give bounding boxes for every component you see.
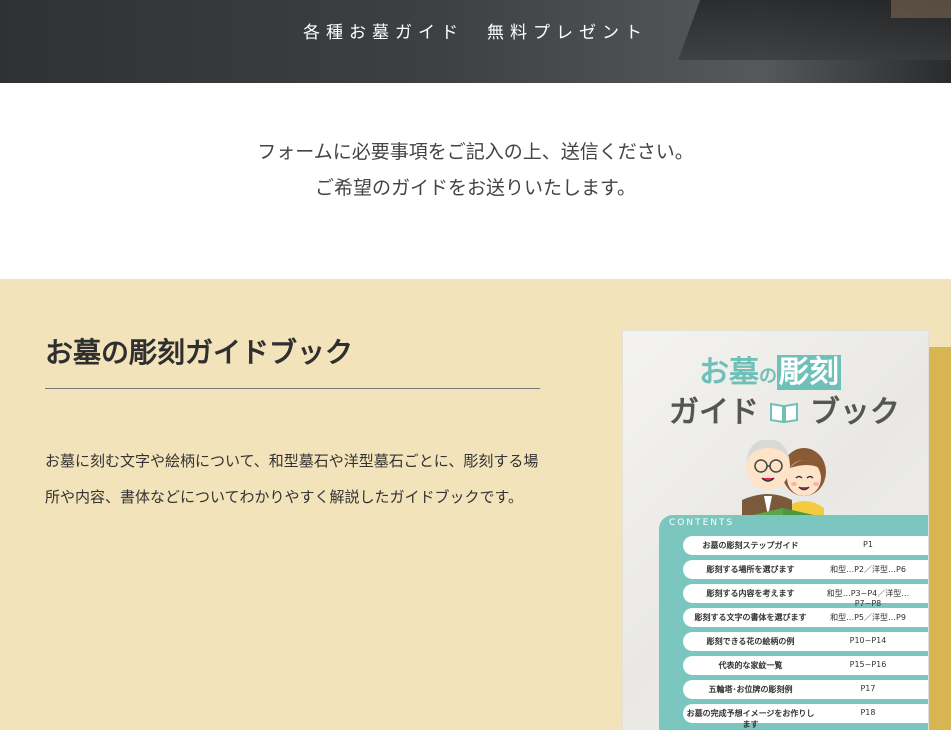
hero-banner: 各種お墓ガイド 無料プレゼント [0,0,951,83]
cover-title-part-2: 彫刻 [777,355,841,390]
hero-background-book-edge [891,0,951,18]
toc-title: 五輪塔･お位牌の彫刻例 [708,685,793,694]
toc-page: P15~P16 [849,660,887,669]
cover-title-no: の [759,366,777,387]
toc-row: 彫刻する内容を考えます 和型…P3~P4／洋型…P7~P8 [683,584,928,608]
toc-title: お墓の彫刻ステップガイド [702,541,799,550]
intro-line-1: フォームに必要事項をご記入の上、送信ください。 [257,141,694,163]
toc-page: 和型…P3~P4／洋型…P7~P8 [826,589,910,608]
title-divider [45,388,540,389]
toc-row: 五輪塔･お位牌の彫刻例 P17 [683,680,928,699]
toc-title: 彫刻する内容を考えます [706,589,795,598]
cover-title-part-3: ガイド [669,395,759,430]
cover-title-line-2: ガイド ブック [669,387,900,431]
hero-title: 各種お墓ガイド 無料プレゼント [303,23,648,43]
contents-label: CONTENTS [669,518,735,528]
guide-description: お墓に刻む文字や絵柄について、和型墓石や洋型墓石ごとに、彫刻する場所や内容、書体… [45,452,539,506]
toc-row: 彫刻できる花の絵柄の例 P10~P14 [683,632,928,651]
toc-page: P1 [863,540,873,549]
toc-row: お墓の完成予想イメージをお作りします P18 [683,704,928,729]
intro-line-2: ご希望のガイドをお送りいたします。 [314,177,637,199]
toc-title: 彫刻できる花の絵柄の例 [706,637,795,646]
toc-title: 彫刻する場所を選びます [706,565,795,574]
guide-title: お墓の彫刻ガイドブック [45,336,354,369]
toc-title: 代表的な家紋一覧 [718,661,783,670]
cover-title-line-1: お墓の彫刻 [699,347,841,391]
toc-row: 代表的な家紋一覧 P15~P16 [683,656,928,675]
toc-page: 和型…P5／洋型…P9 [830,613,906,622]
toc-page: P18 [860,708,876,717]
table-of-contents: CONTENTS お墓の彫刻ステップガイド P1 彫刻する場所を選びます 和型…… [659,515,928,730]
guide-section: お墓の彫刻ガイドブック お墓に刻む文字や絵柄について、和型墓石や洋型墓石ごとに、… [0,279,951,730]
toc-page: P17 [860,684,876,693]
cover-title-part-4: ブック [809,395,900,430]
toc-row: お墓の彫刻ステップガイド P1 [683,536,928,555]
toc-row: 彫刻する文字の書体を選びます 和型…P5／洋型…P9 [683,608,928,627]
toc-row: 彫刻する場所を選びます 和型…P2／洋型…P6 [683,560,928,579]
toc-title: 彫刻する文字の書体を選びます [694,613,807,622]
cover-title-part-1: お墓 [699,355,759,390]
toc-page: 和型…P2／洋型…P6 [830,565,906,574]
guidebook-cover-image: お墓の彫刻 ガイド ブック CONTENTS お墓の彫刻ステップガイド P1 彫… [622,330,929,730]
toc-title: お墓の完成予想イメージをお作りします [686,709,815,729]
toc-page: P10~P14 [849,636,887,645]
intro-section: フォームに必要事項をご記入の上、送信ください。 ご希望のガイドをお送りいたします… [0,83,951,279]
open-book-icon [770,402,799,424]
